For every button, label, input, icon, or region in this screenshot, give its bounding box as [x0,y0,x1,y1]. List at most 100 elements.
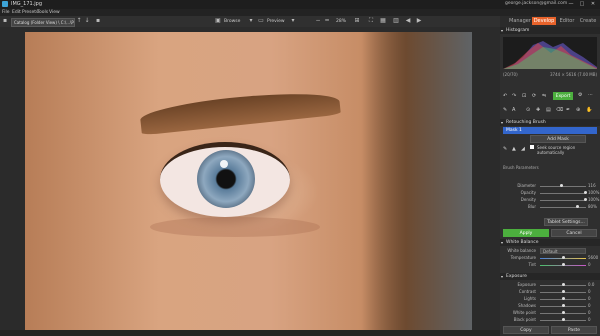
diameter-value[interactable]: 116 [588,183,596,189]
tablet-settings-button[interactable]: Tablet Settings... [544,218,588,226]
mask-item[interactable]: Mask 1 [503,127,597,134]
flip-icon[interactable]: ⇋ [542,93,546,99]
shadows-knob[interactable] [562,304,565,307]
white-point-row[interactable]: White point 0 [500,310,600,316]
density-row[interactable]: Density 100% [500,197,600,203]
brush-tool-icon[interactable]: ✎ [503,107,507,113]
eraser-icon[interactable]: ⌫ [556,107,563,113]
histogram-header[interactable]: ▾ Histogram [500,27,600,34]
exposure-knob[interactable] [562,283,565,286]
opacity-knob[interactable] [584,191,587,194]
rotate-icon[interactable]: ⟳ [532,93,536,99]
retouch-header[interactable]: ▾ Retouching Brush [500,119,600,126]
gradient-icon[interactable]: ▤ [546,107,551,113]
exposure-header[interactable]: ▾ Exposure [500,273,600,280]
lights-value[interactable]: 0 [588,296,591,302]
grid-icon[interactable]: ▦ [380,18,386,24]
browse-dropdown[interactable]: Browse [224,18,240,25]
erase-icon[interactable]: ◢ [521,146,525,152]
density-slider[interactable] [540,200,586,201]
temperature-knob[interactable] [562,256,565,259]
hand-icon[interactable]: ✋ [586,107,592,113]
maximize-button[interactable]: □ [577,0,587,9]
diameter-slider[interactable] [540,186,586,187]
opacity-value[interactable]: 100% [588,190,599,196]
heal-icon[interactable]: ✚ [536,107,540,113]
wb-dropdown[interactable]: Default [540,248,586,254]
temperature-row[interactable]: Temperature 5600 [500,255,600,261]
blur-knob[interactable] [576,205,579,208]
prev-icon[interactable]: ◀ [405,18,411,24]
white-point-value[interactable]: 0 [588,310,591,316]
clone-icon[interactable]: ⊙ [526,107,530,113]
opacity-row[interactable]: Opacity 100% [500,190,600,196]
menu-tools[interactable]: Tools [37,10,48,15]
diameter-row[interactable]: Diameter 116 [500,183,600,189]
fullscreen-icon[interactable]: ⛶ [368,18,374,24]
minimize-button[interactable]: — [566,0,576,9]
pen-icon[interactable]: ✒ [566,107,570,113]
tint-row[interactable]: Tint 0 [500,262,600,268]
zoom-out-icon[interactable]: − [315,18,321,24]
folder-icon[interactable]: ▪ [95,18,101,24]
tint-knob[interactable] [562,263,565,266]
exposure-row[interactable]: Exposure 0.0 [500,282,600,288]
black-point-row[interactable]: Black point 0 [500,317,600,323]
image-viewer[interactable] [25,32,472,331]
breadcrumb[interactable]: Catalog (Folder View) \ C:\...\Pictures\ [11,18,75,27]
blur-slider[interactable] [540,207,586,208]
fit-icon[interactable]: ⊞ [354,18,360,24]
stamp-icon[interactable]: ▲ [512,146,516,152]
layout-icon[interactable]: ▥ [393,18,399,24]
opacity-slider[interactable] [540,193,586,194]
contrast-value[interactable]: 0 [588,289,591,295]
add-mask-button[interactable]: Add Mask [530,135,586,143]
blur-row[interactable]: Blur 80% [500,204,600,210]
diameter-knob[interactable] [560,184,563,187]
temperature-value[interactable]: 5600 [588,255,598,261]
seek-checkbox[interactable] [530,145,534,149]
preview-dropdown[interactable]: Preview [267,18,285,25]
contrast-knob[interactable] [562,290,565,293]
tint-value[interactable]: 0 [588,262,591,268]
chevron-down-icon[interactable]: ▾ [290,18,296,24]
next-icon[interactable]: ▶ [416,18,422,24]
menu-view[interactable]: View [49,10,60,15]
lights-row[interactable]: Lights 0 [500,296,600,302]
white-balance-header[interactable]: ▾ White Balance [500,239,600,246]
close-button[interactable]: ✕ [588,0,598,9]
black-point-knob[interactable] [562,318,565,321]
menu-edit[interactable]: Edit [12,10,21,15]
cancel-button[interactable]: Cancel [551,229,597,237]
apply-button[interactable]: Apply [503,229,549,237]
wb-preset-row[interactable]: White balance Default [500,248,600,254]
folder-icon[interactable]: ▪ [2,18,8,24]
zoom-slider[interactable]: ━ [324,18,330,24]
tab-develop[interactable]: Develop [532,17,556,25]
blur-value[interactable]: 80% [588,204,597,210]
density-knob[interactable] [584,198,587,201]
menu-presets[interactable]: Presets [22,10,38,15]
contrast-row[interactable]: Contrast 0 [500,289,600,295]
settings-icon[interactable]: ⚙ [578,92,582,98]
undo-icon[interactable]: ↶ [503,93,507,99]
crop-icon[interactable]: ⊡ [522,93,526,99]
white-point-knob[interactable] [562,311,565,314]
arrow-up-icon[interactable]: ↑ [76,18,82,24]
arrow-down-icon[interactable]: ↓ [84,18,90,24]
tab-manager[interactable]: Manager [509,17,531,25]
lights-knob[interactable] [562,297,565,300]
black-point-value[interactable]: 0 [588,317,591,323]
menu-file[interactable]: File [2,10,10,15]
chevron-down-icon[interactable]: ▾ [248,18,254,24]
density-value[interactable]: 100% [588,197,599,203]
shadows-row[interactable]: Shadows 0 [500,303,600,309]
copy-button[interactable]: Copy [503,326,549,334]
tab-editor[interactable]: Editor [559,17,575,25]
more-icon[interactable]: ⋯ [588,92,593,98]
tab-create[interactable]: Create [579,17,597,25]
exposure-value[interactable]: 0.0 [588,282,594,288]
account-email[interactable]: george.jackson@gmail.com [505,1,567,6]
picker-icon[interactable]: ⊕ [576,107,580,113]
paste-button[interactable]: Paste [551,326,597,334]
